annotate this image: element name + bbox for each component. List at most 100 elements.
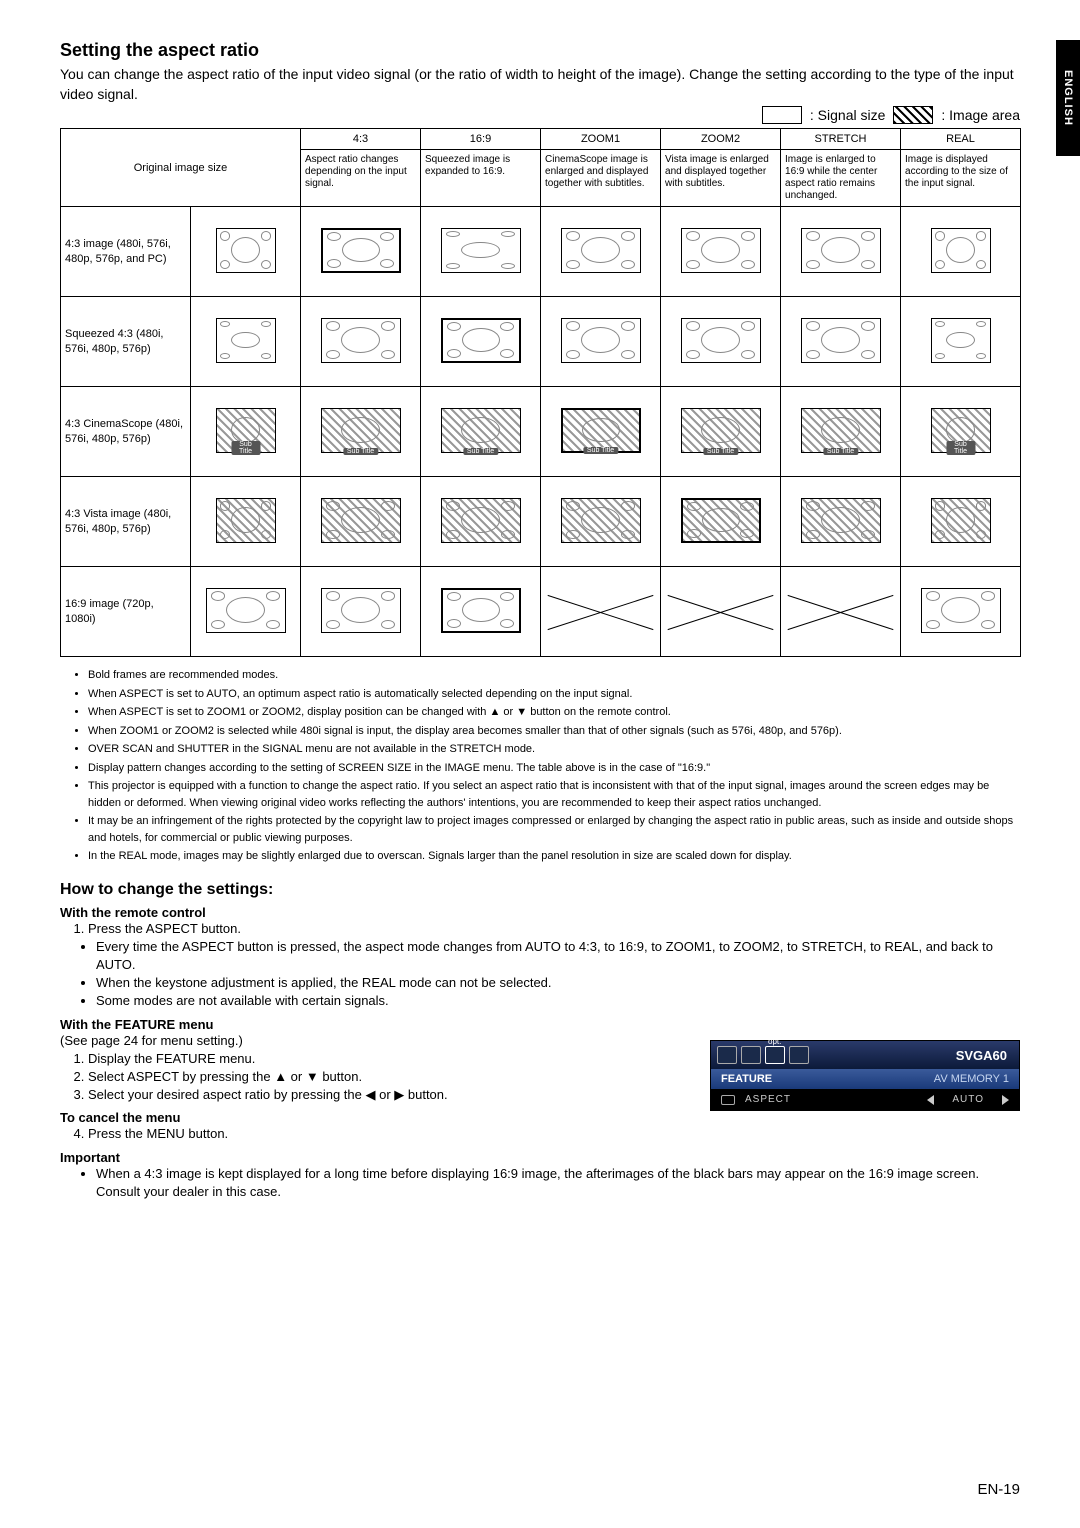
osd-tab-icon: opt. <box>765 1046 785 1064</box>
page-number: EN-19 <box>977 1481 1020 1498</box>
aspect-table: Original image size 4:3 16:9 ZOOM1 ZOOM2… <box>60 128 1021 657</box>
howto-title: How to change the settings: <box>60 881 1020 899</box>
cancel-steps: Press the MENU button. <box>60 1125 1020 1143</box>
subtitle-label: Sub Title <box>231 441 260 455</box>
note-item: When ZOOM1 or ZOOM2 is selected while 48… <box>88 723 1020 740</box>
thumb: Sub Title <box>801 408 881 453</box>
remote-notes: Every time the ASPECT button is pressed,… <box>60 938 1020 1011</box>
language-tab: ENGLISH <box>1056 40 1080 156</box>
note-item: When the keystone adjustment is applied,… <box>96 974 1020 992</box>
blank-cell <box>665 572 776 652</box>
cancel-heading: To cancel the menu <box>60 1110 1020 1125</box>
desc-cell: Vista image is enlarged and displayed to… <box>661 150 781 207</box>
row-label: 16:9 image (720p, 1080i) <box>61 567 191 657</box>
th-col: 16:9 <box>421 129 541 150</box>
step: Press the ASPECT button. <box>88 920 1020 938</box>
thumb <box>321 498 401 543</box>
thumb <box>321 228 401 273</box>
th-col: ZOOM2 <box>661 129 781 150</box>
th-col: 4:3 <box>301 129 421 150</box>
feature-heading: With the FEATURE menu <box>60 1017 1020 1032</box>
note-item: In the REAL mode, images may be slightly… <box>88 848 1020 865</box>
subtitle-label: Sub Title <box>343 448 378 455</box>
osd-feature-label: FEATURE <box>721 1073 772 1085</box>
notes-list: Bold frames are recommended modes. When … <box>88 667 1020 865</box>
aspect-icon <box>721 1095 735 1105</box>
thumb: Sub Title <box>681 408 761 453</box>
thumb <box>441 318 521 363</box>
opt-label: opt. <box>768 1037 781 1046</box>
thumb: Sub Title <box>441 408 521 453</box>
thumb: Sub Title <box>561 408 641 453</box>
osd-aspect-row: ASPECT AUTO <box>711 1089 1019 1110</box>
subtitle-label: Sub Title <box>946 441 975 455</box>
section-title: Setting the aspect ratio <box>60 40 1020 61</box>
desc-cell: Squeezed image is expanded to 16:9. <box>421 150 541 207</box>
thumb <box>216 498 276 543</box>
thumb <box>216 318 276 363</box>
subtitle-label: Sub Title <box>823 448 858 455</box>
thumb: Sub Title <box>931 408 991 453</box>
step: Press the MENU button. <box>88 1125 1020 1143</box>
thumb <box>931 228 991 273</box>
osd-avmemory-label: AV MEMORY 1 <box>934 1073 1009 1085</box>
note-item: When ASPECT is set to ZOOM1 or ZOOM2, di… <box>88 704 1020 721</box>
thumb <box>561 228 641 273</box>
subtitle-label: Sub Title <box>703 448 738 455</box>
legend-signal-box <box>762 106 802 124</box>
osd-tab-icon <box>789 1046 809 1064</box>
note-item: This projector is equipped with a functi… <box>88 778 1020 811</box>
note-item: Some modes are not available with certai… <box>96 992 1020 1010</box>
desc-cell: Image is displayed according to the size… <box>901 150 1021 207</box>
thumb <box>681 498 761 543</box>
desc-cell: Aspect ratio changes depending on the in… <box>301 150 421 207</box>
note-item: Display pattern changes according to the… <box>88 760 1020 777</box>
thumb <box>441 228 521 273</box>
thumb <box>561 498 641 543</box>
thumb <box>801 498 881 543</box>
thumb <box>216 228 276 273</box>
row-label: 4:3 CinemaScope (480i, 576i, 480p, 576p) <box>61 387 191 477</box>
blank-cell <box>785 572 896 652</box>
thumb <box>801 228 881 273</box>
remote-heading: With the remote control <box>60 905 1020 920</box>
important-heading: Important <box>60 1150 1020 1165</box>
osd-aspect-label: ASPECT <box>745 1094 791 1105</box>
osd-menu: opt. SVGA60 FEATURE AV MEMORY 1 ASPECT A… <box>710 1040 1020 1111</box>
th-col: ZOOM1 <box>541 129 661 150</box>
thumb <box>321 318 401 363</box>
thumb <box>681 228 761 273</box>
row-label: 4:3 image (480i, 576i, 480p, 576p, and P… <box>61 207 191 297</box>
remote-steps: Press the ASPECT button. <box>60 920 1020 938</box>
note-item: OVER SCAN and SHUTTER in the SIGNAL menu… <box>88 741 1020 758</box>
desc-cell: CinemaScope image is enlarged and displa… <box>541 150 661 207</box>
osd-signal: SVGA60 <box>956 1048 1019 1063</box>
thumb <box>561 318 641 363</box>
thumb <box>931 318 991 363</box>
subtitle-label: Sub Title <box>583 447 618 454</box>
th-col: REAL <box>901 129 1021 150</box>
osd-aspect-value: AUTO <box>952 1094 984 1105</box>
thumb <box>931 498 991 543</box>
thumb <box>441 498 521 543</box>
legend-image-box <box>893 106 933 124</box>
row-label: Squeezed 4:3 (480i, 576i, 480p, 576p) <box>61 297 191 387</box>
note-item: When ASPECT is set to AUTO, an optimum a… <box>88 686 1020 703</box>
thumb: Sub Title <box>321 408 401 453</box>
thumb <box>321 588 401 633</box>
thumb <box>801 318 881 363</box>
osd-tab-icon <box>741 1046 761 1064</box>
thumb <box>921 588 1001 633</box>
important-list: When a 4:3 image is kept displayed for a… <box>60 1165 1020 1201</box>
legend: : Signal size : Image area <box>60 106 1020 124</box>
note-item: Every time the ASPECT button is pressed,… <box>96 938 1020 974</box>
row-label: 4:3 Vista image (480i, 576i, 480p, 576p) <box>61 477 191 567</box>
note-item: It may be an infringement of the rights … <box>88 813 1020 846</box>
thumb <box>206 588 286 633</box>
note-item: When a 4:3 image is kept displayed for a… <box>96 1165 1020 1201</box>
blank-cell <box>545 572 656 652</box>
legend-signal-label: : Signal size <box>810 107 885 123</box>
left-arrow-icon <box>927 1095 934 1105</box>
osd-tab-icon <box>717 1046 737 1064</box>
thumb <box>441 588 521 633</box>
